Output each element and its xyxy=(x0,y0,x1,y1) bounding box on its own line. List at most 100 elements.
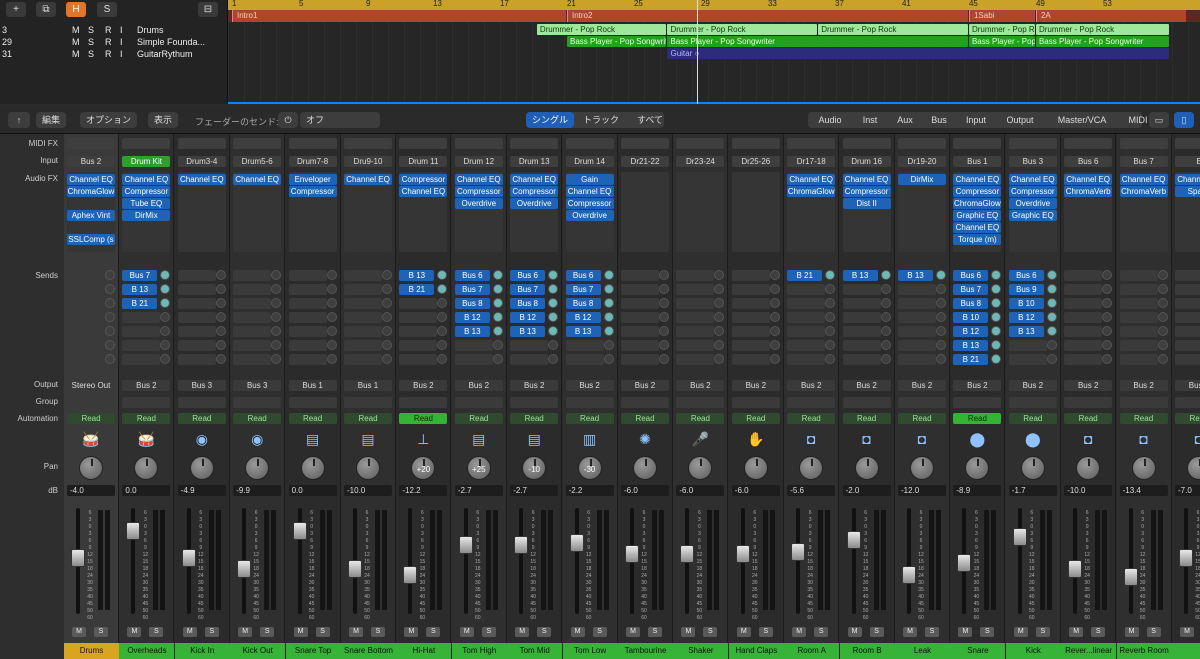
pan-knob[interactable] xyxy=(633,456,657,480)
empty-send-slot[interactable] xyxy=(787,298,826,309)
filter-bus[interactable]: Bus xyxy=(924,112,954,128)
channel-name[interactable]: Room B xyxy=(839,643,895,659)
empty-send-slot[interactable] xyxy=(399,354,438,365)
audio-fx-plugin[interactable]: Channel EQ xyxy=(1175,174,1200,185)
audio-fx-plugin[interactable]: Compressor xyxy=(399,174,448,185)
audio-fx-plugin[interactable]: Overdrive xyxy=(565,210,614,221)
send-level-knob[interactable] xyxy=(437,354,448,364)
mute-button[interactable]: M xyxy=(736,627,751,637)
send-slot[interactable]: B 13 xyxy=(898,270,933,281)
mute-button[interactable]: M xyxy=(293,627,308,637)
volume-readout[interactable]: -6.0 xyxy=(676,485,725,496)
send-level-knob[interactable] xyxy=(825,354,836,364)
send-slot[interactable]: Bus 6 xyxy=(953,270,989,281)
automation-mode[interactable]: Read xyxy=(898,413,946,424)
mute-button[interactable]: M xyxy=(182,627,197,637)
input-slot[interactable]: Dr23-24 xyxy=(676,156,725,167)
pan-knob[interactable] xyxy=(356,456,380,480)
empty-send-slot[interactable] xyxy=(565,340,604,351)
send-level-knob[interactable] xyxy=(105,326,115,336)
marker[interactable]: 2A xyxy=(1035,10,1186,22)
send-level-knob[interactable] xyxy=(271,298,282,308)
empty-send-slot[interactable] xyxy=(842,340,881,351)
send-level-knob[interactable] xyxy=(1046,312,1057,322)
tab-track[interactable]: トラック xyxy=(576,112,626,128)
empty-send-slot[interactable] xyxy=(898,354,936,365)
send-level-knob[interactable] xyxy=(936,340,946,350)
empty-send-slot[interactable] xyxy=(898,340,936,351)
audio-fx-plugin[interactable]: Compressor xyxy=(1008,186,1057,197)
midi-fx-slot[interactable] xyxy=(953,138,1002,149)
automation-mode[interactable]: Read xyxy=(122,413,171,424)
empty-send-slot[interactable] xyxy=(399,312,438,323)
pan-knob[interactable] xyxy=(688,456,713,480)
region[interactable]: Drummer - Pop Rock xyxy=(1035,24,1169,35)
send-level-knob[interactable] xyxy=(382,270,392,280)
send-level-knob[interactable] xyxy=(603,298,614,308)
collapse-icon[interactable]: ⊟ xyxy=(198,2,218,17)
edit-menu[interactable]: 編集 xyxy=(36,112,67,128)
audio-fx-plugin[interactable]: Channel EQ xyxy=(510,174,559,185)
audio-fx-plugin[interactable]: Channel EQ xyxy=(1064,174,1113,185)
send-level-knob[interactable] xyxy=(548,354,559,364)
volume-readout[interactable]: -6.0 xyxy=(731,485,780,496)
empty-send-slot[interactable] xyxy=(621,270,659,281)
send-level-knob[interactable] xyxy=(271,326,282,336)
send-level-knob[interactable] xyxy=(991,354,1002,364)
input-slot[interactable]: Drum3-4 xyxy=(177,156,226,167)
send-level-knob[interactable] xyxy=(215,340,226,350)
solo-button[interactable]: S xyxy=(703,627,718,637)
output-slot[interactable]: Bus 3 xyxy=(177,380,226,391)
send-level-knob[interactable] xyxy=(991,340,1002,350)
track-row[interactable]: 31 M S R I GuitarRythum xyxy=(0,48,228,60)
empty-send-slot[interactable] xyxy=(177,298,216,309)
empty-send-slot[interactable] xyxy=(233,284,272,295)
channel-name[interactable]: Hi-Hat xyxy=(396,643,452,659)
send-level-knob[interactable] xyxy=(603,284,614,294)
input-slot[interactable]: Drum 12 xyxy=(454,156,503,167)
automation-mode[interactable]: Read xyxy=(1119,413,1168,424)
solo-button[interactable]: S xyxy=(980,627,995,637)
send-level-knob[interactable] xyxy=(215,312,226,322)
empty-send-slot[interactable] xyxy=(67,354,105,365)
solo-button[interactable]: S xyxy=(592,627,607,637)
send-slot[interactable]: B 13 xyxy=(565,326,601,337)
send-level-knob[interactable] xyxy=(492,326,503,336)
send-level-knob[interactable] xyxy=(603,354,614,364)
audio-fx-plugin[interactable]: ChromaGlow xyxy=(953,198,1002,209)
send-slot[interactable]: B 12 xyxy=(565,312,601,323)
empty-send-slot[interactable] xyxy=(676,270,715,281)
channel-name[interactable]: Reverb Room xyxy=(1116,643,1172,659)
send-level-knob[interactable] xyxy=(160,298,171,308)
empty-send-slot[interactable] xyxy=(1008,340,1047,351)
send-level-knob[interactable] xyxy=(769,340,780,350)
empty-send-slot[interactable] xyxy=(1119,284,1158,295)
automation-mode[interactable]: Read xyxy=(510,413,559,424)
send-level-knob[interactable] xyxy=(880,298,891,308)
send-level-knob[interactable] xyxy=(769,326,780,336)
send-level-knob[interactable] xyxy=(1157,326,1168,336)
send-level-knob[interactable] xyxy=(936,312,946,322)
input-slot[interactable]: Bus 7 xyxy=(1119,156,1168,167)
audio-fx-plugin[interactable]: Enveloper xyxy=(288,174,337,185)
output-slot[interactable]: Bus 2 xyxy=(787,380,836,391)
empty-send-slot[interactable] xyxy=(288,270,327,281)
audio-fx-plugin[interactable]: Compressor xyxy=(454,186,503,197)
send-level-knob[interactable] xyxy=(714,312,725,322)
send-slot[interactable]: Bus 8 xyxy=(565,298,601,309)
automation-mode[interactable]: Read xyxy=(953,413,1002,424)
group-slot[interactable] xyxy=(731,397,780,408)
send-slot[interactable]: Bus 7 xyxy=(565,284,601,295)
mute-button[interactable]: M xyxy=(903,627,917,637)
midi-fx-slot[interactable] xyxy=(399,138,448,149)
empty-send-slot[interactable] xyxy=(399,326,438,337)
volume-fader[interactable] xyxy=(181,549,196,568)
volume-fader[interactable] xyxy=(292,521,307,540)
midi-fx-slot[interactable] xyxy=(621,138,669,149)
send-slot[interactable]: Bus 8 xyxy=(953,298,989,309)
send-level-knob[interactable] xyxy=(437,340,448,350)
output-slot[interactable]: Bus 2 xyxy=(898,380,946,391)
volume-readout[interactable]: -12.0 xyxy=(898,485,946,496)
midi-fx-slot[interactable] xyxy=(510,138,559,149)
power-icon[interactable]: ⏻ xyxy=(278,112,298,128)
